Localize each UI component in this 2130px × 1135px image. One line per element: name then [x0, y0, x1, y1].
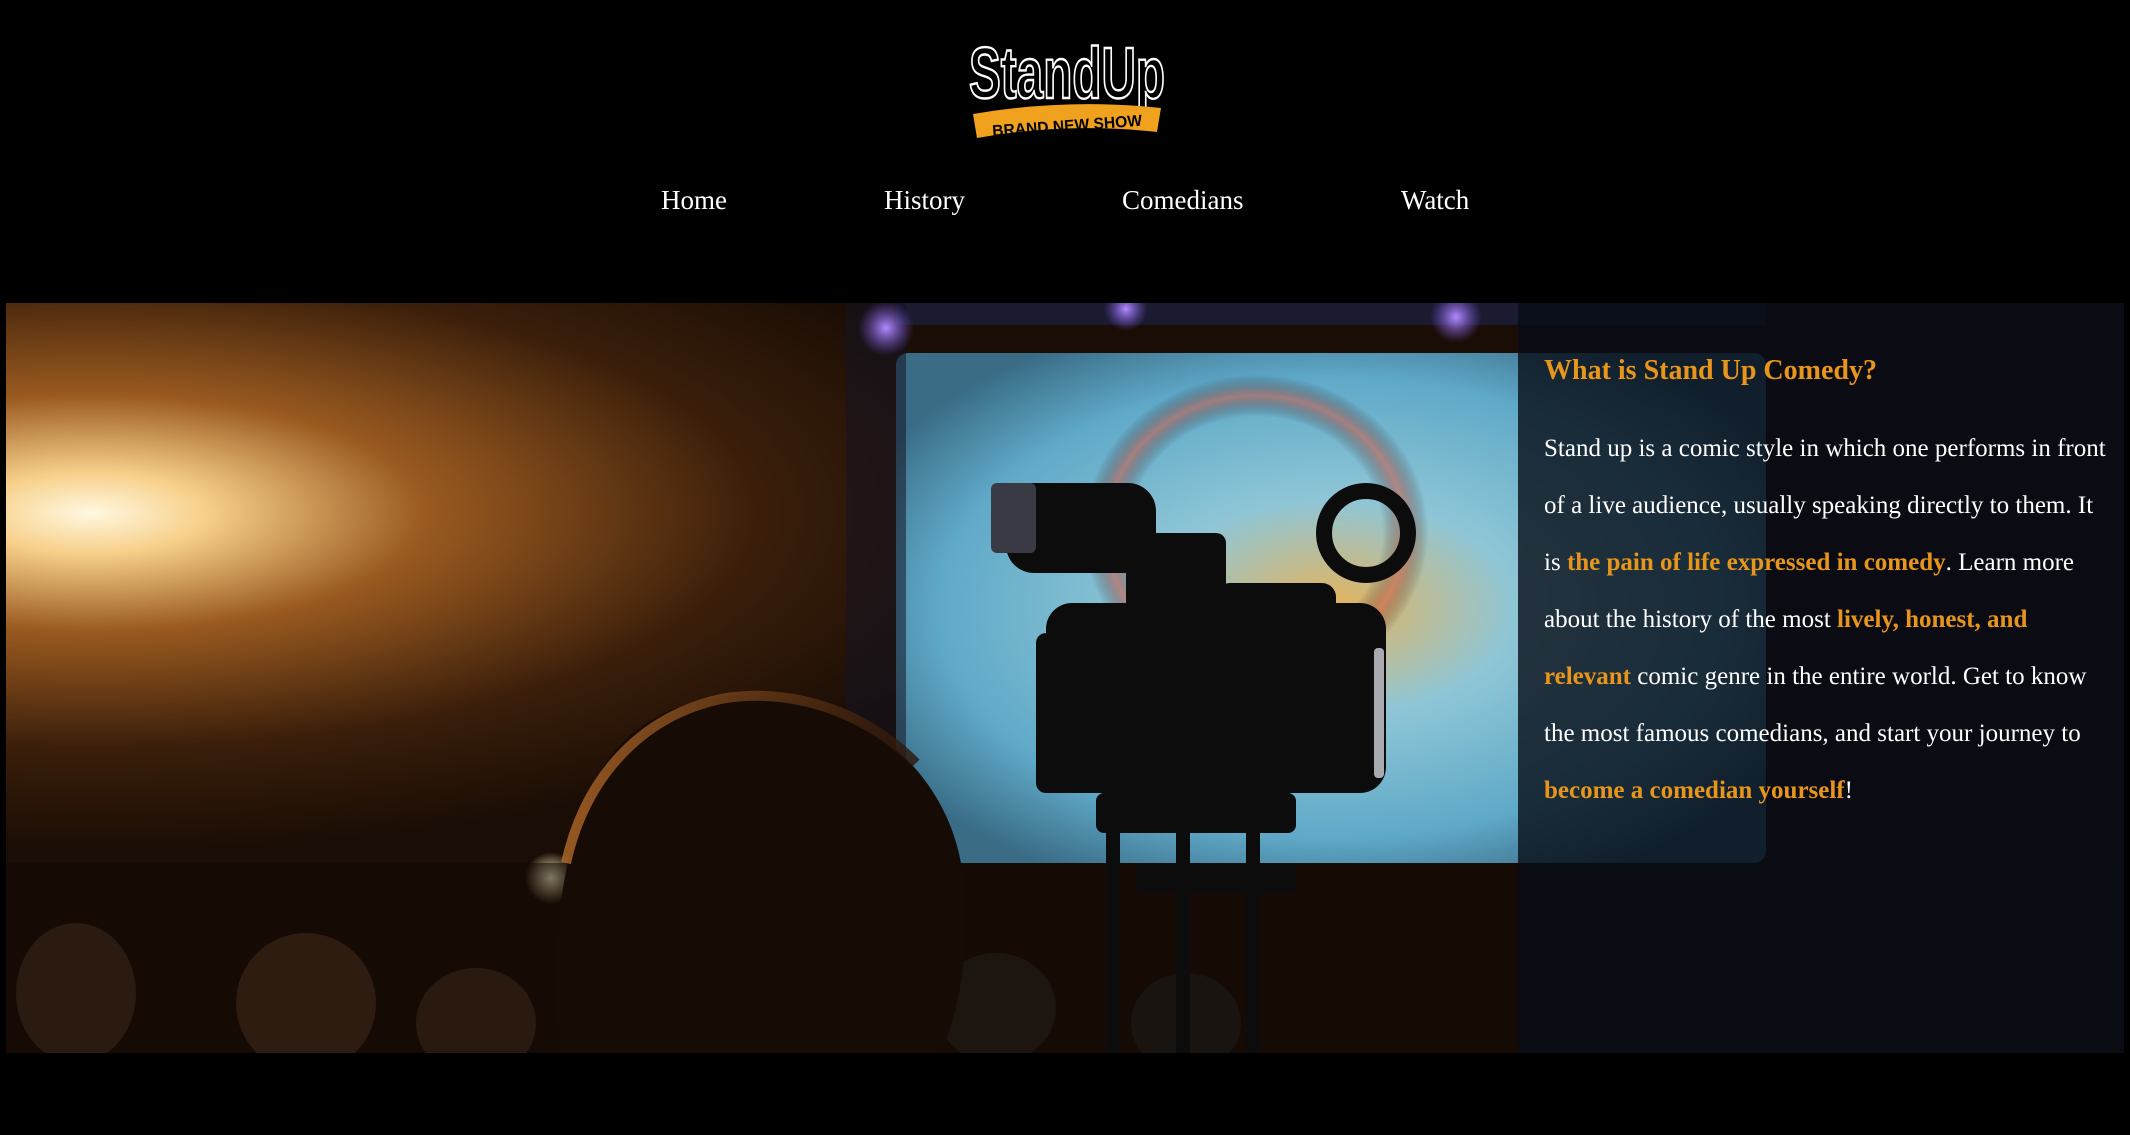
paragraph-highlight: become a comedian yourself — [1544, 777, 1845, 804]
paragraph-highlight: the pain of life expressed in comedy — [1566, 549, 1946, 576]
standup-logo[interactable]: StandUp BRAND NEW SHOW — [965, 28, 1170, 142]
nav-home-link[interactable]: Home — [661, 180, 727, 220]
panel-heading: What is Stand Up Comedy? — [1544, 355, 1877, 386]
standup-logo-icon: StandUp BRAND NEW SHOW — [968, 33, 1166, 140]
logo-title: StandUp — [969, 34, 1165, 114]
panel-paragraph: Stand up is a comic style in which one p… — [1544, 420, 2114, 819]
nav-history-link[interactable]: History — [884, 180, 965, 220]
main-nav: Home History Comedians Watch — [0, 180, 2130, 220]
nav-watch-link[interactable]: Watch — [1401, 180, 1469, 220]
info-panel: What is Stand Up Comedy? Stand up is a c… — [1518, 303, 2124, 1053]
paragraph-text: ! — [1844, 777, 1853, 804]
nav-comedians-link[interactable]: Comedians — [1122, 180, 1244, 220]
hero-section: What is Stand Up Comedy? Stand up is a c… — [6, 303, 2124, 1053]
